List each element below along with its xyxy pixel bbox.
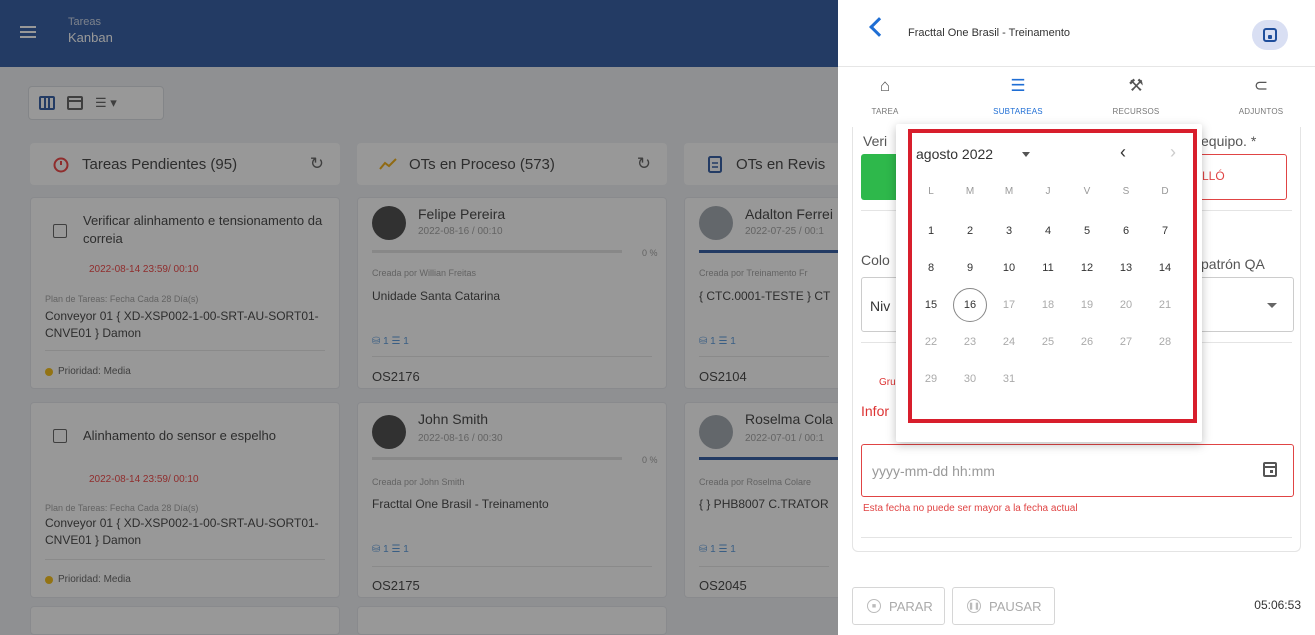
tab-label: ADJUNTOS [1238, 107, 1284, 116]
highlight-frame [908, 129, 1197, 423]
field-label: Colo [861, 252, 890, 268]
tab-recursos[interactable]: ⚒ RECURSOS [1091, 75, 1181, 116]
tab-label: TAREA [871, 107, 899, 116]
dropdown-arrow-icon [1267, 303, 1277, 308]
info-label: Infor [861, 403, 890, 419]
tools-icon: ⚒ [1128, 76, 1144, 95]
pause-label: PAUSAR [989, 598, 1042, 614]
group-label: Gru [879, 377, 896, 388]
divider [861, 537, 1292, 538]
elapsed-timer: 05:06:53 [1254, 598, 1301, 612]
panel-title: Fracttal One Brasil - Treinamento [908, 27, 1071, 39]
date-placeholder: yyyy-mm-dd hh:mm [872, 463, 995, 479]
question-label: Veri [863, 133, 888, 149]
date-time-input[interactable]: yyyy-mm-dd hh:mm [861, 444, 1294, 497]
tab-label: RECURSOS [1112, 107, 1160, 116]
save-button[interactable] [1252, 20, 1288, 50]
checklist-icon: ☰ [1010, 76, 1026, 95]
date-error-message: Esta fecha no puede ser mayor a la fecha… [863, 503, 1078, 514]
home-icon: ⌂ [879, 76, 891, 95]
panel-tabs: ⌂ TAREA ☰ SUBTAREAS ⚒ RECURSOS ⊂ ADJUNTO… [838, 75, 1315, 127]
modal-backdrop[interactable] [0, 0, 838, 635]
paperclip-icon: ⊂ [1253, 76, 1269, 95]
stop-label: PARAR [889, 598, 933, 614]
tab-adjuntos[interactable]: ⊂ ADJUNTOS [1216, 75, 1306, 116]
save-icon [1263, 28, 1277, 42]
panel-header: Fracttal One Brasil - Treinamento [838, 0, 1315, 67]
timer-controls: ■ PARAR ❚❚ PAUSAR 05:06:53 [838, 580, 1315, 635]
stop-icon: ■ [867, 599, 881, 613]
field-label-end: patrón QA [1201, 256, 1265, 272]
back-icon[interactable] [869, 17, 889, 37]
fail-button[interactable]: ALLÓ [1191, 154, 1287, 200]
question-label-end: equipo. * [1201, 133, 1257, 149]
pause-icon: ❚❚ [967, 599, 981, 613]
pause-button[interactable]: ❚❚ PAUSAR [952, 587, 1055, 625]
tab-label: SUBTAREAS [993, 107, 1043, 116]
stop-button[interactable]: ■ PARAR [852, 587, 945, 625]
calendar-icon[interactable] [1263, 462, 1277, 477]
select-value: Niv [870, 298, 891, 314]
tab-tarea[interactable]: ⌂ TAREA [840, 75, 930, 116]
tab-subtareas[interactable]: ☰ SUBTAREAS [973, 75, 1063, 116]
